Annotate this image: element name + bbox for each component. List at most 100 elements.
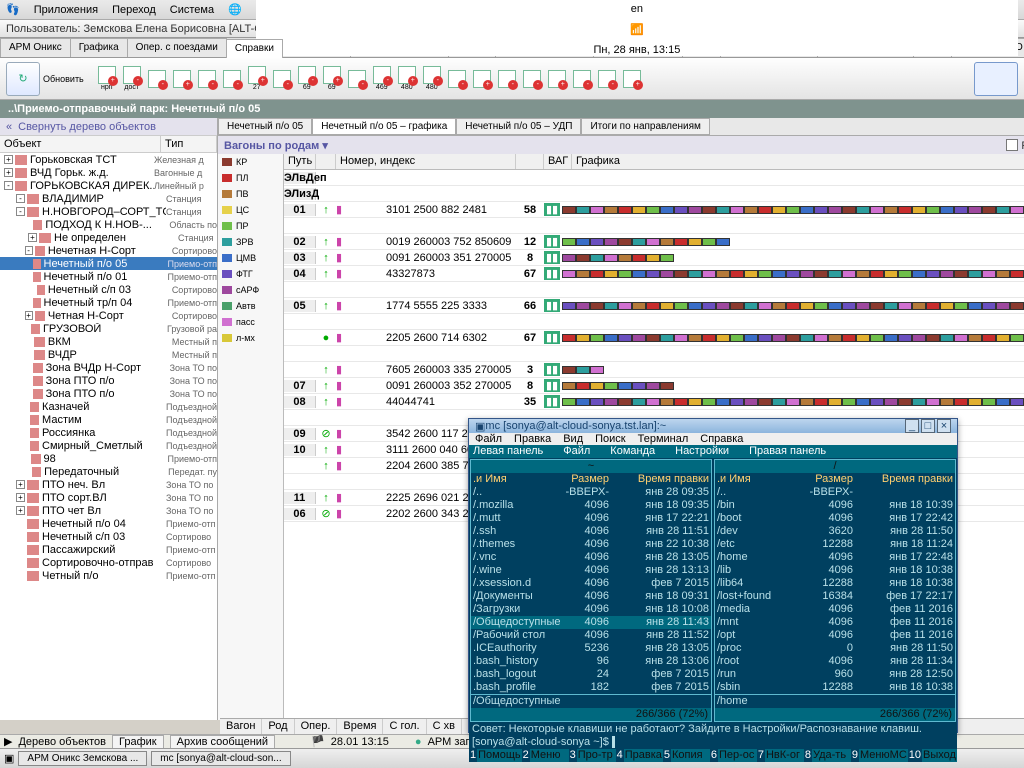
mc-file-row[interactable]: /run960янв 28 12:50	[715, 668, 955, 681]
wagon-types-dropdown[interactable]: Вагоны по родам ▾	[224, 139, 328, 152]
tree-row[interactable]: +Четная Н-СортСортирово	[0, 309, 217, 322]
mc-file-row[interactable]: /media4096фев 11 2016	[715, 603, 955, 616]
mc-fkeys[interactable]: 1Помощь2Меню3Про-тр4Правка5Копия6Пер-ос7…	[469, 749, 957, 762]
mc-fkey-6[interactable]: 6Пер-ос	[710, 749, 757, 762]
tree-row[interactable]: +Горьковская ТСТЖелезная д	[0, 153, 217, 166]
tree-row[interactable]: -ГОРЬКОВСКАЯ ДИРЕК...Линейный р	[0, 179, 217, 192]
mc-file-row[interactable]: .bash_logout24фев 7 2015	[471, 668, 711, 681]
toolbar-icon-14[interactable]: -	[446, 65, 468, 93]
term-menu-item[interactable]: Правка	[514, 433, 551, 445]
toolbar-icon-6[interactable]: +27	[246, 65, 268, 93]
mc-file-row[interactable]: /..-ВВЕРХ-	[715, 486, 955, 499]
mc-file-row[interactable]: /home4096янв 17 22:48	[715, 551, 955, 564]
tab-0[interactable]: АРМ Оникс	[0, 38, 71, 57]
mc-file-row[interactable]: .bash_history96янв 28 13:06	[471, 655, 711, 668]
toolbar-icon-19[interactable]: -	[571, 65, 593, 93]
tree-row[interactable]: ПередаточныйПередат. пу	[0, 465, 217, 478]
mc-file-row[interactable]: /.xsession.d4096фев 7 2015	[471, 577, 711, 590]
task-terminal[interactable]: mc [sonya@alt-cloud-son...	[151, 751, 290, 766]
mc-file-row[interactable]: /.themes4096янв 22 10:38	[471, 538, 711, 551]
tree-row[interactable]: Четный п/оПриемо-отп	[0, 569, 217, 582]
chk-load-markup[interactable]: Разметка гружености	[1006, 139, 1024, 152]
toolbar-icon-7[interactable]: -	[271, 65, 293, 93]
mc-fkey-3[interactable]: 3Про-тр	[569, 749, 616, 762]
tree-row[interactable]: Нечетный с/п 03Сортирово	[0, 530, 217, 543]
grid-row[interactable]: ●▮2205 2600 714 630267▮▮	[284, 330, 1024, 346]
menu-system[interactable]: Система	[170, 4, 214, 16]
menu-go[interactable]: Переход	[112, 4, 156, 16]
mc-fkey-2[interactable]: 2Меню	[522, 749, 569, 762]
tree-row[interactable]: +ПТО чет ВлЗона ТО по	[0, 504, 217, 517]
tree-row[interactable]: -ВЛАДИМИРСтанция	[0, 192, 217, 205]
tree-row[interactable]: +Не определенСтанция	[0, 231, 217, 244]
toolbar-icon-20[interactable]: -	[596, 65, 618, 93]
wagtype-Автв[interactable]: Автв	[218, 298, 283, 314]
tree-row[interactable]: Нечетный п/о 04Приемо-отп	[0, 517, 217, 530]
tree-row[interactable]: Сортировочно-отправСортирово	[0, 556, 217, 569]
grid-row[interactable]: ЭЛвДеп	[284, 170, 1024, 186]
toolbar-icon-21[interactable]: +	[621, 65, 643, 93]
toolbar-icon-10[interactable]: -	[346, 65, 368, 93]
toolbar-icon-9[interactable]: +69	[321, 65, 343, 93]
grid-row[interactable]: ЭЛизД	[284, 186, 1024, 202]
tree-row[interactable]: КазначейПодъездной	[0, 400, 217, 413]
toolbar-icon-8[interactable]: -69	[296, 65, 318, 93]
mc-file-row[interactable]: /etc12288янв 18 11:24	[715, 538, 955, 551]
toolbar-icon-11[interactable]: -469	[371, 65, 393, 93]
mc-file-row[interactable]: /mnt4096фев 11 2016	[715, 616, 955, 629]
term-menu-item[interactable]: Поиск	[595, 433, 625, 445]
grid-row[interactable]: 03↑▮0091 260003 351 2700058▮▮	[284, 250, 1024, 266]
mc-fkey-8[interactable]: 8Уда-ть	[804, 749, 851, 762]
mc-fkey-4[interactable]: 4Правка	[616, 749, 663, 762]
grid-row[interactable]: 05↑▮1774 5555 225 333366▮▮	[284, 298, 1024, 314]
toolbar-icon-5[interactable]: -	[221, 65, 243, 93]
tree-row[interactable]: ВЧДРМестный п	[0, 348, 217, 361]
mc-file-row[interactable]: /Документы4096янв 18 09:31	[471, 590, 711, 603]
subtab-3[interactable]: Итоги по направлениям	[581, 118, 709, 135]
tree-row[interactable]: МастимПодъездной	[0, 413, 217, 426]
mc-fkey-10[interactable]: 10Выход	[908, 749, 957, 762]
status-graph-btn[interactable]: График	[112, 735, 164, 749]
mc-file-row[interactable]: /.mutt4096янв 17 22:21	[471, 512, 711, 525]
tree-row[interactable]: Зона ПТО п/оЗона ТО по	[0, 387, 217, 400]
grid-row[interactable]: 01↑▮3101 2500 882 248158▮▮	[284, 202, 1024, 218]
mc-file-row[interactable]: /lost+found16384фев 17 22:17	[715, 590, 955, 603]
tree-row[interactable]: Нечетный п/о 01Приемо-отп	[0, 270, 217, 283]
mc-file-row[interactable]: /Загрузки4096янв 18 10:08	[471, 603, 711, 616]
tree-row[interactable]: Смирный_СметлыйПодъездной	[0, 439, 217, 452]
wagtype-ПВ[interactable]: ПВ	[218, 186, 283, 202]
mc-fkey-1[interactable]: 1Помощь	[469, 749, 522, 762]
toolbar-icon-12[interactable]: +480	[396, 65, 418, 93]
mc-file-row[interactable]: /Общедоступные4096янв 28 11:43	[471, 616, 711, 629]
toolbar-icon-13[interactable]: -480	[421, 65, 443, 93]
clock[interactable]: Пн, 28 янв, 13:15	[593, 44, 680, 56]
monitor-icon[interactable]	[974, 62, 1018, 96]
toolbar-icon-15[interactable]: +	[471, 65, 493, 93]
grid-row[interactable]: 07↑▮0091 260003 352 2700058▮▮	[284, 378, 1024, 394]
tree-row[interactable]: -Нечетная Н-СортСортирово	[0, 244, 217, 257]
term-menu-item[interactable]: Справка	[700, 433, 743, 445]
mc-file-row[interactable]: /opt4096фев 11 2016	[715, 629, 955, 642]
mc-file-row[interactable]: /boot4096янв 17 22:42	[715, 512, 955, 525]
browser-icon[interactable]: 🌐	[228, 3, 242, 16]
mc-file-row[interactable]: /bin4096янв 18 10:39	[715, 499, 955, 512]
tree-row[interactable]: ПОДХОД К Н.НОВ-...Область по	[0, 218, 217, 231]
mc-fkey-9[interactable]: 9МенюМС	[851, 749, 908, 762]
toolbar-icon-2[interactable]: -	[146, 65, 168, 93]
toolbar-icon-3[interactable]: +	[171, 65, 193, 93]
mc-menu-item[interactable]: Настройки	[675, 445, 729, 458]
term-menu-item[interactable]: Файл	[475, 433, 502, 445]
tree-row[interactable]: Зона ВЧДр Н-СортЗона ТО по	[0, 361, 217, 374]
task-onyx[interactable]: АРМ Оникс Земскова ...	[18, 751, 147, 766]
mc-file-row[interactable]: /..-ВВЕРХ-янв 28 09:35	[471, 486, 711, 499]
toolbar-icon-1[interactable]: -дост	[121, 65, 143, 93]
tab-1[interactable]: Графика	[70, 38, 128, 57]
mc-menu-item[interactable]: Файл	[563, 445, 590, 458]
collapse-label[interactable]: Свернуть дерево объектов	[18, 121, 156, 133]
menu-apps[interactable]: Приложения	[34, 4, 98, 16]
mc-file-row[interactable]: /sbin12288янв 18 10:38	[715, 681, 955, 694]
tree-row[interactable]: +ПТО неч. ВлЗона ТО по	[0, 478, 217, 491]
grid-row[interactable]	[284, 218, 1024, 234]
tree-row[interactable]: РоссиянкаПодъездной	[0, 426, 217, 439]
term-close[interactable]: ×	[937, 419, 951, 433]
